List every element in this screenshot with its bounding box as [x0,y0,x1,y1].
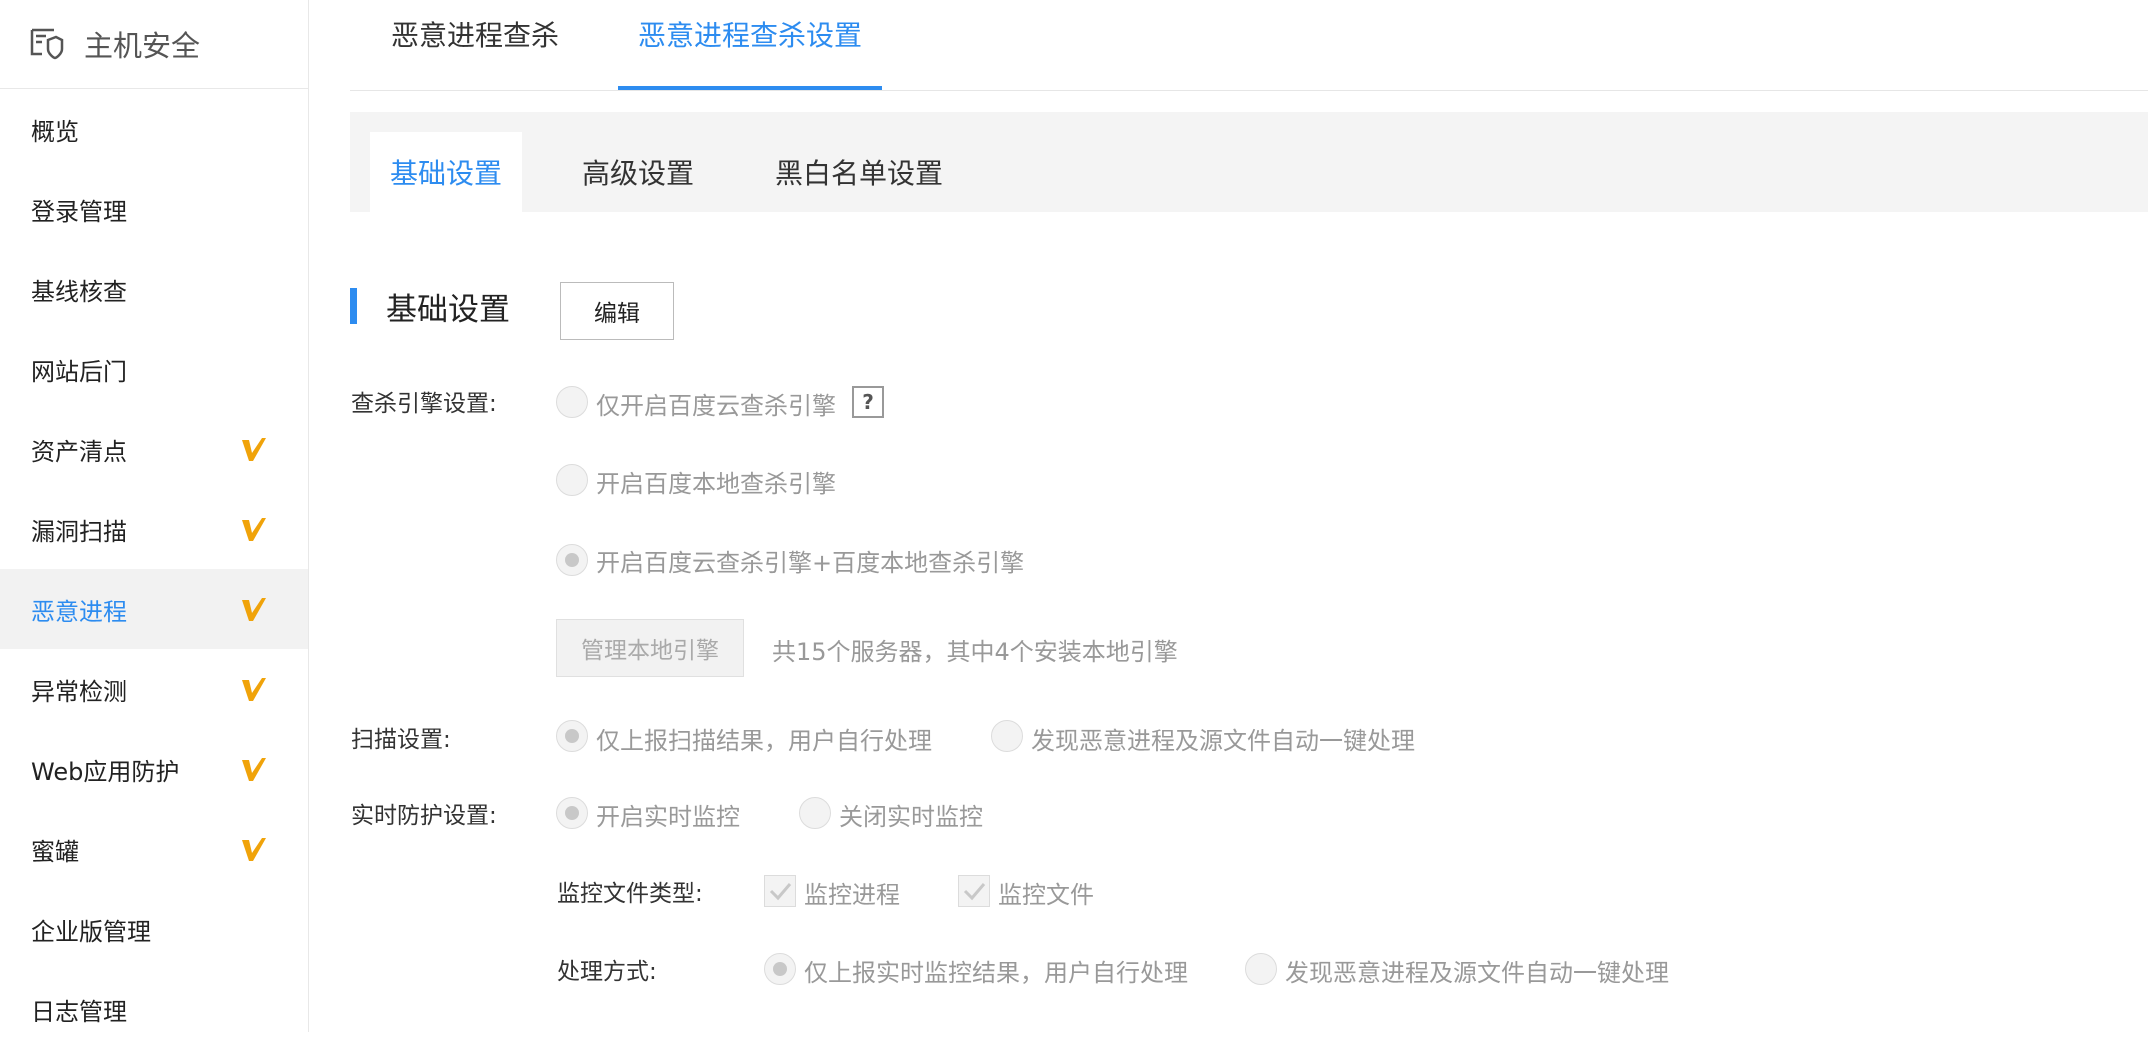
vip-badge-icon [242,758,266,781]
sidebar-item-label: 漏洞扫描 [31,517,127,546]
sidebar-item-anomaly-detection[interactable]: 异常检测 [0,649,308,729]
sidebar-item-label: Web应用防护 [31,757,180,786]
scan-radio-auto-handle[interactable] [991,720,1023,752]
sidebar-item-label: 基线核查 [31,277,127,306]
manage-local-engine-button[interactable]: 管理本地引擎 [556,619,744,677]
sidebar-item-label: 异常检测 [31,677,127,706]
engine-radio-local[interactable] [556,464,588,496]
vip-badge-icon [242,598,266,621]
monitor-file-checkbox[interactable] [958,875,990,907]
realtime-label: 实时防护设置: [351,803,497,829]
sidebar-item-webshell[interactable]: 网站后门 [0,329,308,409]
sidebar-item-overview[interactable]: 概览 [0,89,308,169]
vip-badge-icon [242,518,266,541]
sidebar-item-log-management[interactable]: 日志管理 [0,969,308,1049]
scan-option-label: 发现恶意进程及源文件自动一键处理 [1031,727,1415,755]
sidebar-item-malicious-process[interactable]: 恶意进程 [0,569,308,649]
sidebar-item-asset-inventory[interactable]: 资产清点 [0,409,308,489]
engine-option-label: 仅开启百度云查杀引擎 [596,392,836,420]
scan-radio-report-only[interactable] [556,720,588,752]
realtime-option-label: 开启实时监控 [596,803,740,831]
handling-option-label: 发现恶意进程及源文件自动一键处理 [1285,959,1669,987]
sub-tab-blackwhite-list[interactable]: 黑白名单设置 [775,132,943,212]
filetype-label: 监控文件类型: [557,881,703,907]
tab-divider [350,90,2148,91]
engine-label: 查杀引擎设置: [351,391,497,417]
scan-option-label: 仅上报扫描结果，用户自行处理 [596,727,932,755]
sidebar-item-enterprise-management[interactable]: 企业版管理 [0,889,308,969]
sidebar-item-honeypot[interactable]: 蜜罐 [0,809,308,889]
sidebar-header: 主机安全 [0,0,308,89]
sidebar-item-label: 恶意进程 [31,597,127,626]
edit-button[interactable]: 编辑 [560,282,674,340]
handling-option-label: 仅上报实时监控结果，用户自行处理 [804,959,1188,987]
sub-tab-advanced[interactable]: 高级设置 [582,132,694,212]
section-title: 基础设置 [386,292,510,328]
sidebar-title: 主机安全 [84,29,201,63]
handling-label: 处理方式: [557,959,657,985]
sidebar: 主机安全 概览 登录管理 基线核查 网站后门 资产清点 漏洞扫描 恶意进程 异常… [0,0,309,1032]
monitor-process-checkbox[interactable] [764,875,796,907]
engine-option-label: 开启百度本地查杀引擎 [596,470,836,498]
engine-radio-cloud[interactable] [556,386,588,418]
sidebar-item-label: 概览 [31,117,79,146]
vip-badge-icon [242,838,266,861]
handling-radio-auto-handle[interactable] [1245,953,1277,985]
realtime-radio-on[interactable] [556,797,588,829]
check-icon [963,883,986,901]
handling-radio-report-only[interactable] [764,953,796,985]
sidebar-item-label: 日志管理 [31,997,127,1026]
help-icon[interactable]: ? [852,386,884,418]
sidebar-item-label: 蜜罐 [31,837,79,866]
filetype-option-label: 监控进程 [804,881,900,909]
sidebar-item-label: 企业版管理 [31,917,151,946]
host-shield-icon [30,28,64,60]
engine-radio-cloud-local[interactable] [556,544,588,576]
realtime-option-label: 关闭实时监控 [839,803,983,831]
filetype-option-label: 监控文件 [998,881,1094,909]
sub-tab-basic[interactable]: 基础设置 [370,132,522,212]
scan-label: 扫描设置: [351,727,451,753]
server-info-text: 共15个服务器，其中4个安装本地引擎 [772,638,1178,666]
realtime-radio-off[interactable] [799,797,831,829]
sidebar-item-vuln-scan[interactable]: 漏洞扫描 [0,489,308,569]
sub-tab-bar: 基础设置 高级设置 黑白名单设置 [350,112,2148,212]
vip-badge-icon [242,678,266,701]
engine-option-label: 开启百度云查杀引擎+百度本地查杀引擎 [596,549,1025,577]
sidebar-item-waf[interactable]: Web应用防护 [0,729,308,809]
section-marker [350,288,357,324]
vip-badge-icon [242,438,266,461]
tab-malicious-process-scan[interactable]: 恶意进程查杀 [391,14,559,54]
sidebar-item-label: 网站后门 [31,357,127,386]
sidebar-item-baseline-check[interactable]: 基线核查 [0,249,308,329]
sidebar-item-label: 登录管理 [31,197,127,226]
tab-malicious-process-settings[interactable]: 恶意进程查杀设置 [638,14,862,54]
sidebar-item-login-management[interactable]: 登录管理 [0,169,308,249]
check-icon [769,883,792,901]
sidebar-item-label: 资产清点 [31,437,127,466]
